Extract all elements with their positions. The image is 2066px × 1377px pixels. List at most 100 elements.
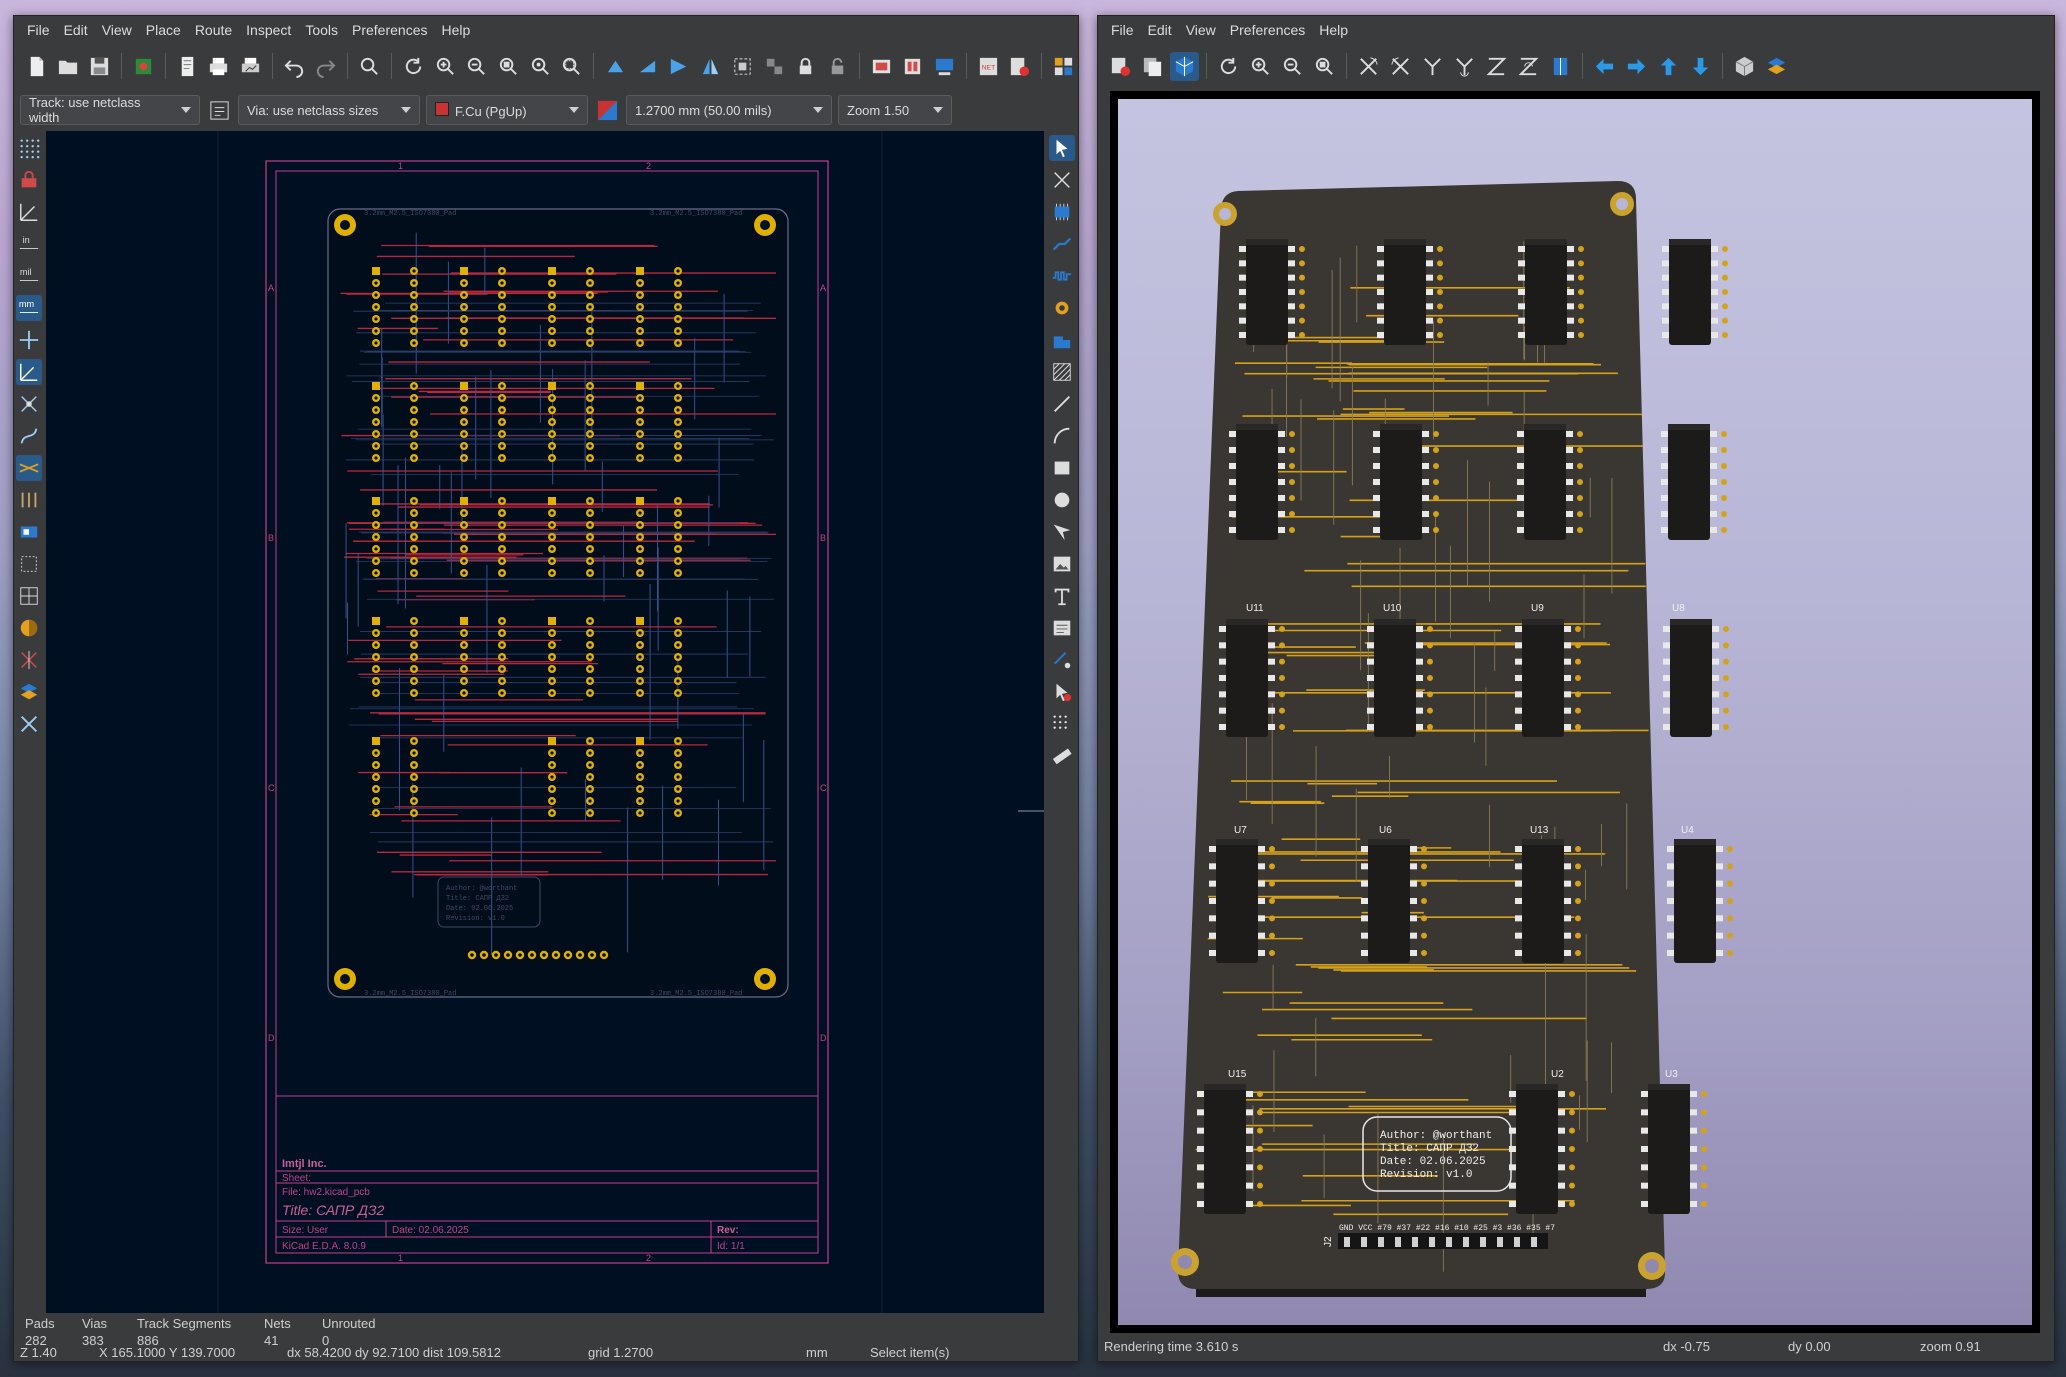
undo-icon[interactable]: [280, 52, 309, 81]
board-setup-icon[interactable]: [129, 52, 158, 81]
grid-select[interactable]: 1.2700 mm (50.00 mils): [626, 95, 832, 125]
zoom-out-icon[interactable]: [462, 52, 491, 81]
draw-polygon-icon[interactable]: [1049, 519, 1075, 545]
local-ratsnest-icon[interactable]: [1049, 167, 1075, 193]
plot-icon[interactable]: [236, 52, 265, 81]
rotate-ccw-icon[interactable]: [601, 52, 630, 81]
layer-select[interactable]: F.Cu (PgUp): [426, 95, 588, 125]
move-up-icon[interactable]: [1654, 52, 1683, 81]
grid-dots-icon[interactable]: [16, 135, 42, 161]
menu-view[interactable]: View: [95, 16, 139, 44]
rotate-x-ccw-icon[interactable]: [1386, 52, 1415, 81]
rotate-z-cw-icon[interactable]: [1482, 52, 1511, 81]
rotate-y-cw-icon[interactable]: [1418, 52, 1447, 81]
redo-icon[interactable]: [312, 52, 341, 81]
ortho-view-icon[interactable]: [1730, 52, 1759, 81]
refresh-icon[interactable]: [1214, 52, 1243, 81]
select-arrow-icon[interactable]: [1049, 135, 1075, 161]
polar-coords-icon[interactable]: [16, 199, 42, 225]
zoom-fit-icon[interactable]: [494, 52, 523, 81]
menu-edit[interactable]: Edit: [57, 16, 95, 44]
rotate-x-cw-icon[interactable]: [1354, 52, 1383, 81]
rotate-cw-icon[interactable]: [633, 52, 662, 81]
move-right-icon[interactable]: [1622, 52, 1651, 81]
net-inspector-icon[interactable]: [16, 167, 42, 193]
zoom-select[interactable]: Zoom 1.50: [838, 95, 952, 125]
pcb-canvas[interactable]: 1 2 1 2 A B C D A B C D Imtjl Inc. Sheet: [46, 131, 1044, 1313]
page-settings-icon[interactable]: [173, 52, 202, 81]
vias-icon[interactable]: [16, 487, 42, 513]
pads-icon[interactable]: [16, 519, 42, 545]
menu-preferences[interactable]: Preferences: [1223, 16, 1312, 44]
text-icon[interactable]: [16, 551, 42, 577]
zoom-area-icon[interactable]: [557, 52, 586, 81]
draw-circle-icon[interactable]: [1049, 487, 1075, 513]
layers-icon[interactable]: [1762, 52, 1791, 81]
move-left-icon[interactable]: [1590, 52, 1619, 81]
move-down-icon[interactable]: [1686, 52, 1715, 81]
export-image-icon[interactable]: [1106, 52, 1135, 81]
measure-tool-icon[interactable]: [1049, 743, 1075, 769]
rotate-z-ccw-icon[interactable]: [1514, 52, 1543, 81]
add-footprint-icon[interactable]: [1049, 199, 1075, 225]
menu-file[interactable]: File: [20, 16, 57, 44]
ratsnest-icon[interactable]: [16, 391, 42, 417]
via-size-select[interactable]: Via: use netclass sizes: [238, 95, 420, 125]
menu-edit[interactable]: Edit: [1141, 16, 1179, 44]
zoom-out-icon[interactable]: [1278, 52, 1307, 81]
update-pcb-icon[interactable]: [930, 52, 959, 81]
flip-icon[interactable]: [665, 52, 694, 81]
zones-icon[interactable]: [16, 455, 42, 481]
add-via-icon[interactable]: [1049, 295, 1075, 321]
refresh-icon[interactable]: [399, 52, 428, 81]
zoom-fit-icon[interactable]: [1310, 52, 1339, 81]
footprint-browser-icon[interactable]: [898, 52, 927, 81]
menu-place[interactable]: Place: [139, 16, 188, 44]
raytrace-icon[interactable]: [1170, 51, 1199, 81]
add-dimension-icon[interactable]: [1049, 647, 1075, 673]
draw-line-icon[interactable]: [1049, 391, 1075, 417]
save-icon[interactable]: [85, 52, 114, 81]
tracks-icon[interactable]: [16, 583, 42, 609]
layers-manager-icon[interactable]: [16, 679, 42, 705]
menu-tools[interactable]: Tools: [298, 16, 345, 44]
layer-pair-icon[interactable]: [594, 97, 620, 123]
ungroup-icon[interactable]: [760, 52, 789, 81]
properties-icon[interactable]: [16, 711, 42, 737]
lock-icon[interactable]: [791, 52, 820, 81]
curved-ratsnest-icon[interactable]: [16, 423, 42, 449]
delete-tool-icon[interactable]: [1049, 679, 1075, 705]
group-icon[interactable]: [728, 52, 757, 81]
draw-rectangle-icon[interactable]: [1049, 455, 1075, 481]
grid-origin-icon[interactable]: [1049, 711, 1075, 737]
footprint-editor-icon[interactable]: [867, 52, 896, 81]
draw-arc-icon[interactable]: [1049, 423, 1075, 449]
scripting-icon[interactable]: [1049, 52, 1078, 81]
high-contrast-icon[interactable]: [16, 615, 42, 641]
cursor-cross-icon[interactable]: [16, 327, 42, 353]
track-width-select[interactable]: Track: use netclass width: [20, 95, 200, 125]
units-mil-icon[interactable]: mil: [16, 263, 42, 289]
zoom-objects-icon[interactable]: [526, 52, 555, 81]
mirror-icon[interactable]: [696, 52, 725, 81]
drc-icon[interactable]: [1006, 52, 1035, 81]
rotate-y-ccw-icon[interactable]: [1450, 52, 1479, 81]
add-textbox-icon[interactable]: [1049, 615, 1075, 641]
add-text-icon[interactable]: [1049, 583, 1075, 609]
menu-view[interactable]: View: [1179, 16, 1223, 44]
route-track-icon[interactable]: [1049, 231, 1075, 257]
unlock-icon[interactable]: [823, 52, 852, 81]
v3d-canvas[interactable]: U15 U2 U3 U7 U6 U13 U4 U11 U10 U9 U8 Author: @wort…: [1110, 91, 2040, 1333]
menu-help[interactable]: Help: [434, 16, 477, 44]
menu-preferences[interactable]: Preferences: [345, 16, 434, 44]
new-board-icon[interactable]: [22, 52, 51, 81]
angle-snap-icon[interactable]: [16, 359, 42, 385]
add-zone-icon[interactable]: [1049, 327, 1075, 353]
zoom-in-icon[interactable]: [1246, 52, 1275, 81]
add-image-icon[interactable]: [1049, 551, 1075, 577]
menu-inspect[interactable]: Inspect: [239, 16, 298, 44]
tune-length-icon[interactable]: [1049, 263, 1075, 289]
flip-board-icon[interactable]: [1546, 52, 1575, 81]
units-inch-icon[interactable]: in: [16, 231, 42, 257]
rule-area-icon[interactable]: [1049, 359, 1075, 385]
